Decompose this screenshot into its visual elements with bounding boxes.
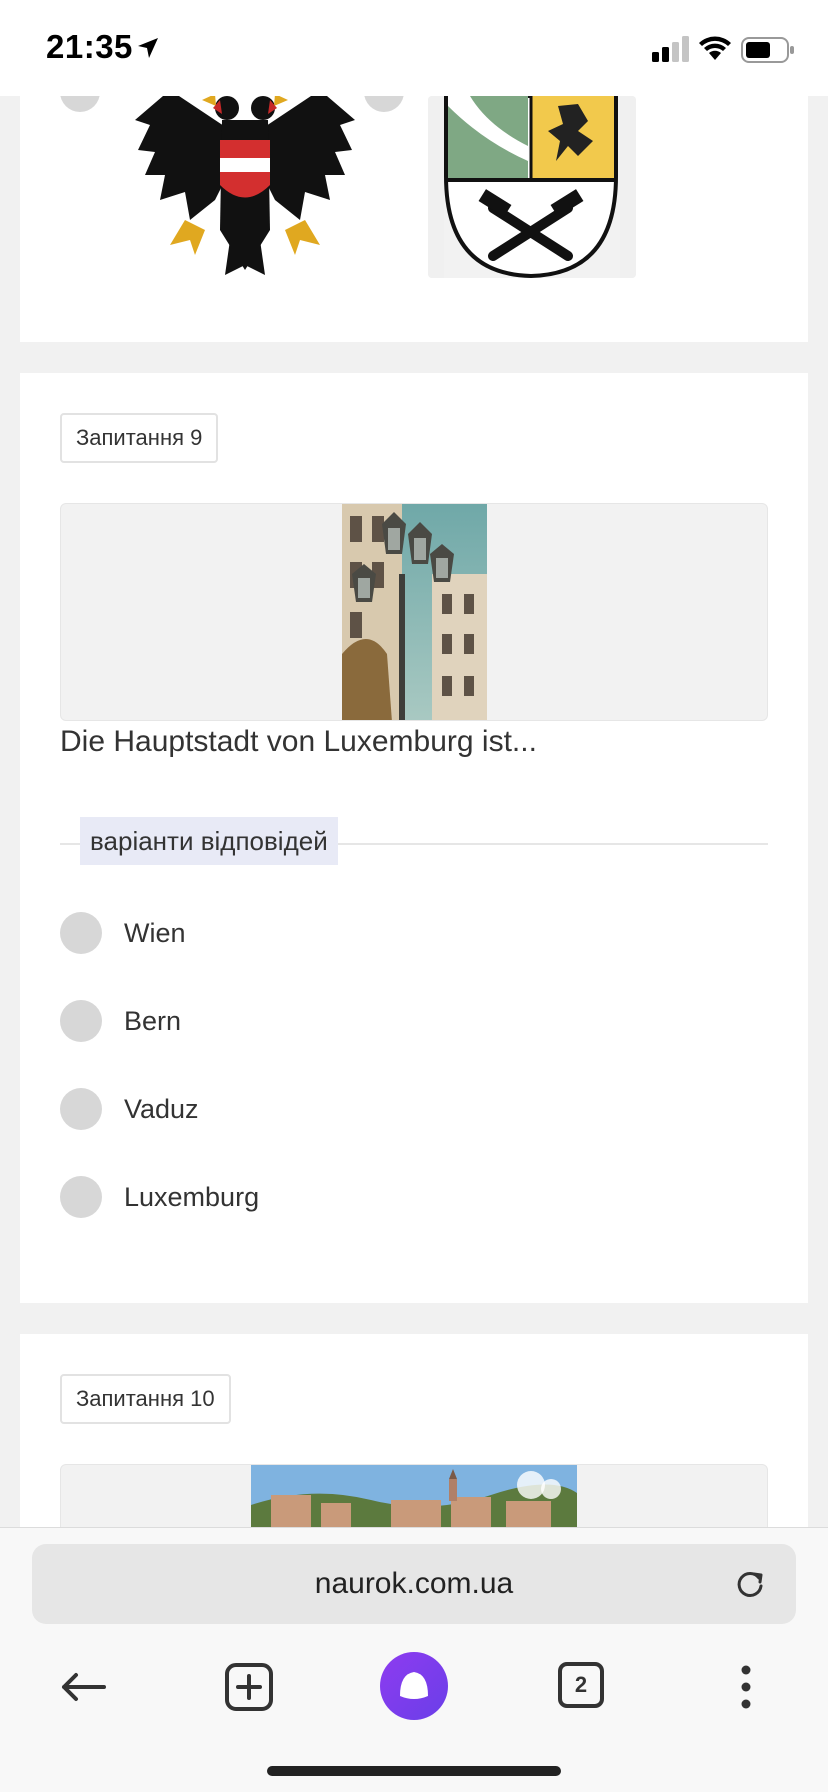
back-arrow-icon[interactable] — [58, 1662, 108, 1712]
option-label: Wien — [124, 917, 186, 948]
answer-option-wien[interactable]: Wien — [60, 912, 186, 954]
question-number-label: Запитання 9 — [60, 413, 219, 463]
answer-option-vaduz[interactable]: Vaduz — [60, 1088, 199, 1130]
option-radio[interactable] — [60, 912, 102, 954]
question-card: Запитання 9 Die Hauptstadt von Luxemburg… — [20, 373, 808, 1303]
more-menu-icon[interactable] — [728, 1662, 764, 1712]
home-indicator[interactable] — [267, 1766, 561, 1776]
question-text: Die Hauptstadt von Luxemburg ist... — [60, 725, 537, 758]
option-radio[interactable] — [60, 1088, 102, 1130]
wifi-icon — [699, 36, 731, 60]
option-radio[interactable] — [60, 1000, 102, 1042]
answer-option-bern[interactable]: Bern — [60, 1000, 181, 1042]
eagle-coat-of-arms-image[interactable] — [130, 80, 360, 280]
option-label: Luxemburg — [124, 1181, 260, 1212]
address-bar[interactable]: naurok.com.ua — [32, 1544, 796, 1624]
question-image-frame — [60, 503, 768, 721]
option-radio[interactable] — [60, 1176, 102, 1218]
cellular-signal-icon — [652, 36, 689, 62]
question-number-label: Запитання 10 — [60, 1374, 231, 1424]
saarland-coat-of-arms-image[interactable] — [428, 96, 636, 278]
option-label: Bern — [124, 1005, 182, 1036]
url-text: naurok.com.ua — [314, 1567, 514, 1600]
status-time: 21:35 — [46, 28, 133, 65]
street-lamp-photo[interactable] — [342, 504, 487, 721]
tabs-count: 2 — [574, 1672, 588, 1697]
status-bar: 21:35 — [0, 0, 828, 96]
answer-option-luxemburg[interactable]: Luxemburg — [60, 1176, 259, 1218]
reload-icon[interactable] — [732, 1566, 768, 1602]
browser-toolbar: naurok.com.ua 2 — [0, 1527, 828, 1792]
tabs-count-button[interactable]: 2 — [558, 1662, 604, 1708]
alice-assistant-icon[interactable] — [380, 1652, 448, 1720]
answer-variants-label: варіанти відповідей — [80, 817, 338, 865]
shield-icon — [428, 96, 636, 278]
new-tab-icon[interactable] — [224, 1662, 274, 1712]
option-label: Vaduz — [124, 1093, 199, 1124]
battery-icon — [741, 37, 794, 63]
location-arrow-icon — [138, 38, 158, 58]
